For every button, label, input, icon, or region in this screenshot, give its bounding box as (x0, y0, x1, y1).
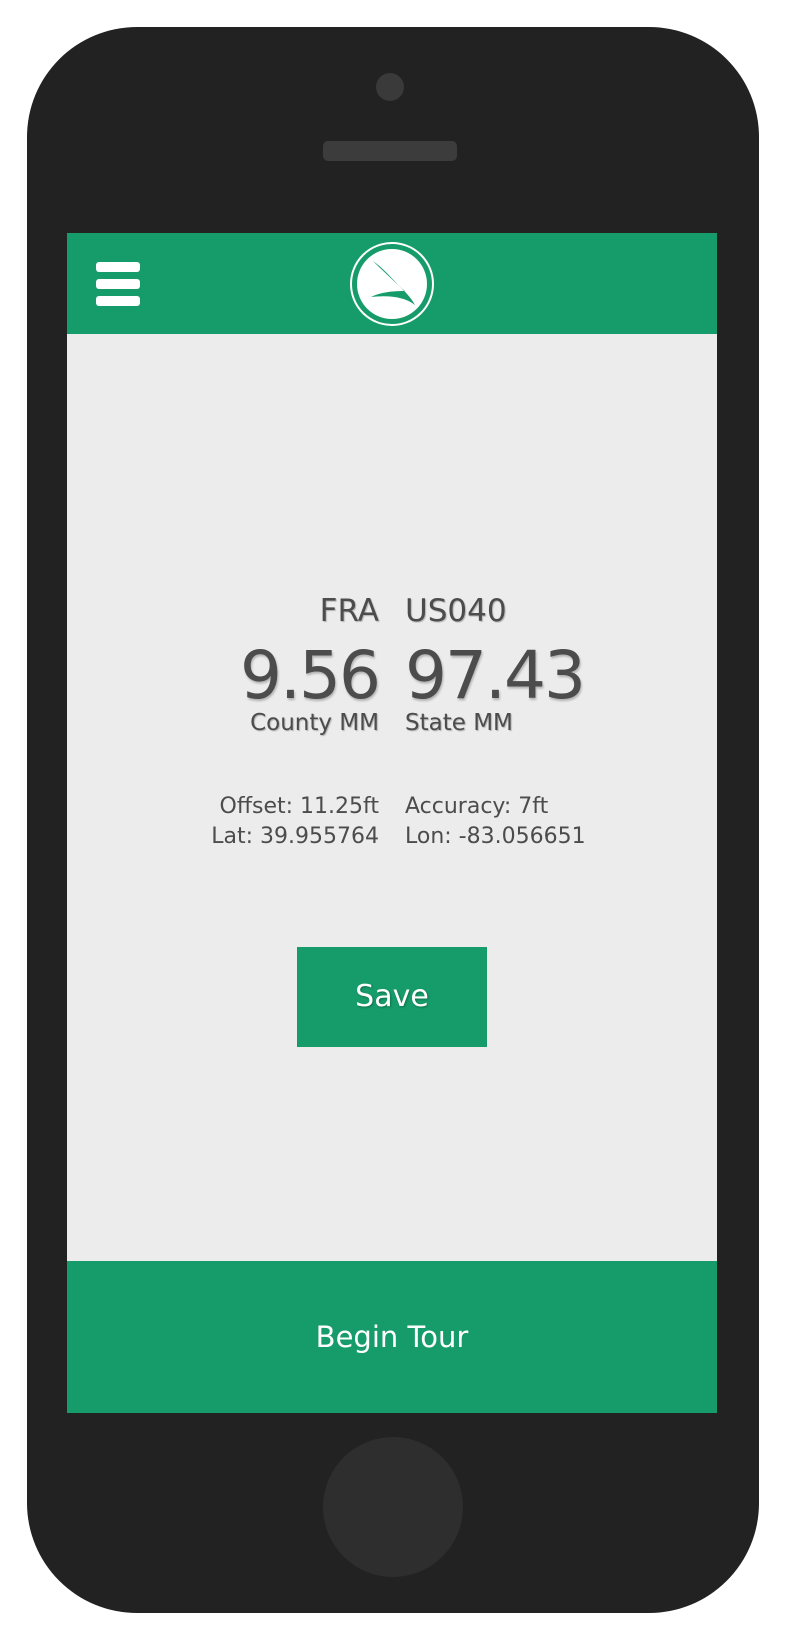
accuracy-value: Accuracy: 7ft (405, 794, 549, 819)
app-header (67, 233, 717, 334)
save-button[interactable]: Save (297, 947, 487, 1047)
state-mm-label: State MM (405, 710, 513, 736)
home-button[interactable] (323, 1437, 463, 1577)
hamburger-menu-icon[interactable] (96, 262, 140, 306)
county-milemarker-value: 9.56 (240, 637, 381, 714)
begin-tour-button[interactable]: Begin Tour (67, 1261, 717, 1413)
county-mm-label: County MM (250, 710, 379, 736)
route-code: US040 (405, 593, 507, 629)
state-milemarker-value: 97.43 (405, 637, 586, 714)
phone-frame: FRA US040 9.56 97.43 County MM State MM … (27, 27, 759, 1613)
earpiece-speaker (323, 141, 457, 161)
latitude-value: Lat: 39.955764 (211, 824, 379, 849)
offset-value: Offset: 11.25ft (219, 794, 379, 819)
county-code: FRA (319, 593, 379, 629)
swoosh-logo-icon (349, 241, 435, 327)
app-screen: FRA US040 9.56 97.43 County MM State MM … (67, 233, 717, 1413)
longitude-value: Lon: -83.056651 (405, 824, 586, 849)
front-camera (376, 73, 404, 101)
